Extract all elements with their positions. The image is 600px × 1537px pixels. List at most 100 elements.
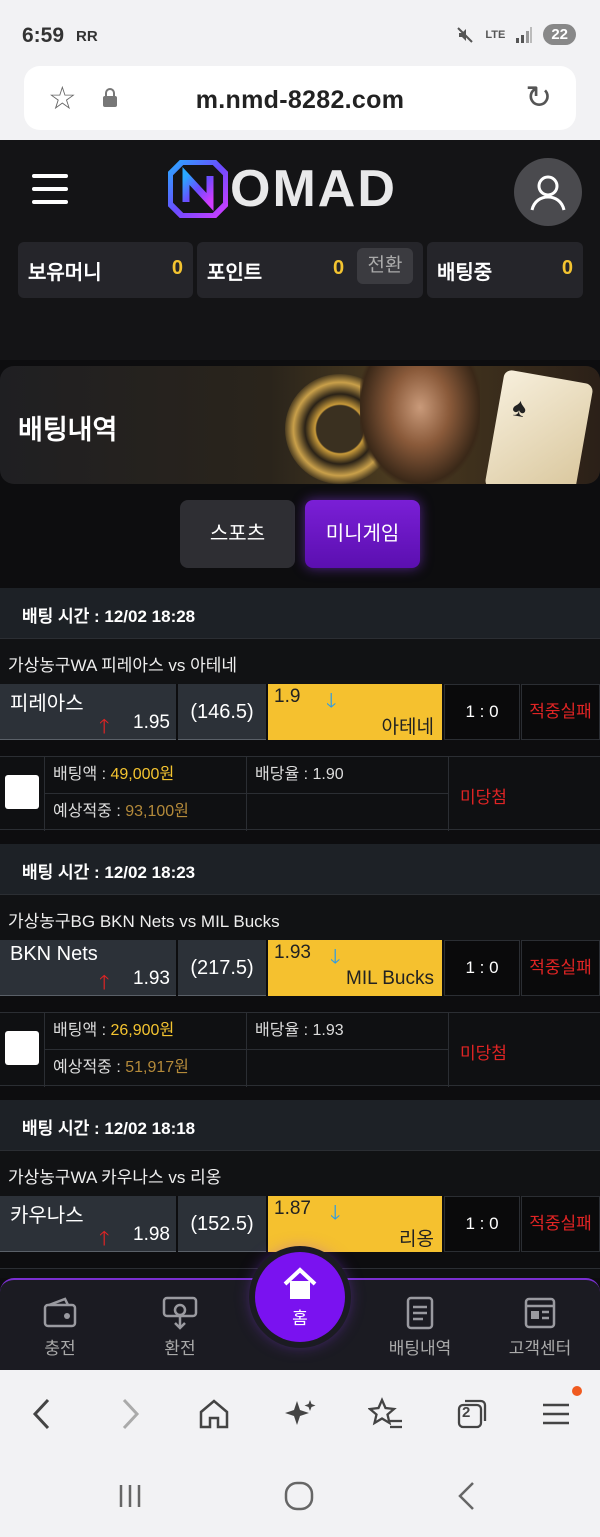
home-odd: 1.93 — [133, 968, 170, 989]
odds-cell: 배당율 : 1.93 — [246, 1013, 448, 1050]
bet-amount-cell: 배팅액 : 26,900원 — [44, 1013, 246, 1050]
nav-deposit[interactable]: 충전 — [15, 1296, 105, 1359]
select-checkbox[interactable] — [5, 1031, 39, 1065]
playing-card-image: ♠ — [484, 369, 594, 484]
browser-menu-button[interactable] — [534, 1386, 582, 1436]
site-logo[interactable]: OMAD — [168, 160, 397, 218]
expected-label: 예상적중 : — [53, 1059, 126, 1076]
back-icon[interactable] — [455, 1480, 477, 1512]
expected-cell: 예상적중 : 51,917원 — [44, 1050, 246, 1087]
browser-bookmarks-button[interactable] — [364, 1392, 408, 1436]
home-pick: 피레아스 🡑 1.95 — [0, 684, 176, 740]
arrow-down-icon: 🡓 — [330, 1202, 341, 1224]
profile-avatar[interactable] — [514, 158, 582, 226]
balance-points-label: 포인트 — [207, 262, 263, 284]
address-bar[interactable]: ☆ m.nmd-8282.com ↻ — [24, 66, 576, 130]
handicap-line: (217.5) — [178, 940, 266, 996]
bet-time: 배팅 시간 : 12/02 18:28 — [22, 607, 196, 626]
bet-time: 배팅 시간 : 12/02 18:23 — [22, 863, 196, 882]
bet-amount-cell: 배팅액 : 49,000원 — [44, 757, 246, 794]
tabs-icon — [457, 1399, 487, 1429]
home-team: BKN Nets — [10, 943, 98, 965]
away-pick: 1.87 🡓 리옹 — [268, 1196, 442, 1252]
sparkle-icon — [285, 1400, 316, 1425]
convert-points-button[interactable]: 전환 — [357, 248, 413, 284]
bet-status: 미당첨 — [448, 1013, 600, 1087]
balance-betting: 배팅중 0 — [427, 242, 583, 298]
nav-home-label: 홈 — [292, 1309, 308, 1328]
odds-value: 1.90 — [312, 766, 344, 783]
status-icons: LTE 22 — [455, 24, 576, 45]
home-team: 피레아스 — [10, 693, 84, 715]
nav-support-label: 고객센터 — [508, 1339, 572, 1358]
reload-icon[interactable]: ↻ — [525, 80, 552, 114]
battery-indicator: 22 — [543, 24, 576, 45]
away-team: 아테네 — [381, 717, 434, 738]
handicap-line: (152.5) — [178, 1196, 266, 1252]
select-checkbox[interactable] — [5, 775, 39, 809]
result-badge: 적중실패 — [521, 940, 600, 996]
network-type: LTE — [485, 28, 506, 41]
away-pick: 1.9 🡓 아테네 — [268, 684, 442, 740]
away-pick: 1.93 🡓 MIL Bucks — [268, 940, 442, 996]
browser-ai-button[interactable] — [278, 1392, 322, 1436]
tab-minigame[interactable]: 미니게임 — [305, 500, 420, 568]
url-text: m.nmd-8282.com — [195, 86, 405, 114]
game-row: 가상농구WA 카우나스 vs 리옹 — [0, 1150, 600, 1196]
expected-cell: 예상적중 : 93,100원 — [44, 794, 246, 831]
game-row: 가상농구BG BKN Nets vs MIL Bucks — [0, 894, 600, 940]
nav-withdraw[interactable]: 환전 — [135, 1296, 225, 1359]
chevron-left-icon — [32, 1398, 50, 1430]
browser-forward-button[interactable] — [108, 1392, 152, 1436]
status-carrier: RR — [76, 28, 98, 45]
browser-home-button[interactable] — [192, 1392, 236, 1436]
home-odd: 1.98 — [133, 1224, 170, 1245]
score: 1 : 0 — [444, 1196, 520, 1252]
bet-entry: 배팅 시간 : 12/02 18:28 가상농구WA 피레아스 vs 아테네 피… — [0, 588, 600, 832]
odds-value: 1.93 — [312, 1022, 344, 1039]
game-title: 가상농구BG BKN Nets vs MIL Bucks — [8, 912, 280, 931]
recent-apps-icon[interactable] — [116, 1482, 144, 1510]
menu-icon[interactable] — [32, 174, 68, 204]
balance-money-value: 0 — [171, 257, 183, 279]
expected-value: 93,100원 — [125, 803, 189, 820]
logo-n-icon — [168, 160, 228, 218]
home-pick: BKN Nets 🡑 1.93 — [0, 940, 176, 996]
bet-status: 미당첨 — [448, 757, 600, 831]
score: 1 : 0 — [444, 940, 520, 996]
bet-entry: 배팅 시간 : 12/02 18:23 가상농구BG BKN Nets vs M… — [0, 844, 600, 1088]
arrow-up-icon: 🡑 — [99, 1228, 110, 1250]
bet-time-row: 배팅 시간 : 12/02 18:23 — [0, 844, 600, 894]
home-icon — [283, 1267, 317, 1299]
game-title: 가상농구WA 카우나스 vs 리옹 — [8, 1168, 222, 1187]
document-icon — [406, 1296, 434, 1330]
chevron-right-icon — [122, 1398, 140, 1430]
nav-bet-history[interactable]: 배팅내역 — [375, 1296, 465, 1359]
handicap-line: (146.5) — [178, 684, 266, 740]
away-odd: 1.93 — [274, 942, 311, 963]
away-odd: 1.9 — [274, 686, 301, 707]
browser-back-button[interactable] — [20, 1392, 64, 1436]
system-nav-bar — [0, 1460, 600, 1537]
odds-label: 배당율 : — [255, 1022, 313, 1039]
hamburger-menu-icon — [543, 1403, 569, 1425]
result-badge: 적중실패 — [521, 1196, 600, 1252]
nav-support[interactable]: 고객센터 — [495, 1296, 585, 1359]
balance-betting-value: 0 — [561, 257, 573, 279]
game-title: 가상농구WA 피레아스 vs 아테네 — [8, 656, 238, 675]
away-team: 리옹 — [399, 1229, 434, 1250]
home-outline-icon — [199, 1399, 229, 1429]
empty-cell — [246, 1050, 448, 1087]
status-bar: 6:59 RR LTE 22 — [0, 0, 600, 62]
mute-icon — [457, 26, 474, 43]
balance-betting-label: 배팅중 — [437, 262, 493, 284]
nav-home-button[interactable]: 홈 — [255, 1252, 345, 1342]
home-circle-icon[interactable] — [283, 1480, 315, 1512]
newspaper-icon — [524, 1297, 556, 1329]
tab-sports[interactable]: 스포츠 — [180, 500, 295, 568]
wallet-icon — [43, 1297, 77, 1328]
score: 1 : 0 — [444, 684, 520, 740]
browser-tabs-button[interactable]: 2 — [450, 1392, 494, 1436]
bet-amount-label: 배팅액 : — [53, 1022, 111, 1039]
odds-cell: 배당율 : 1.90 — [246, 757, 448, 794]
